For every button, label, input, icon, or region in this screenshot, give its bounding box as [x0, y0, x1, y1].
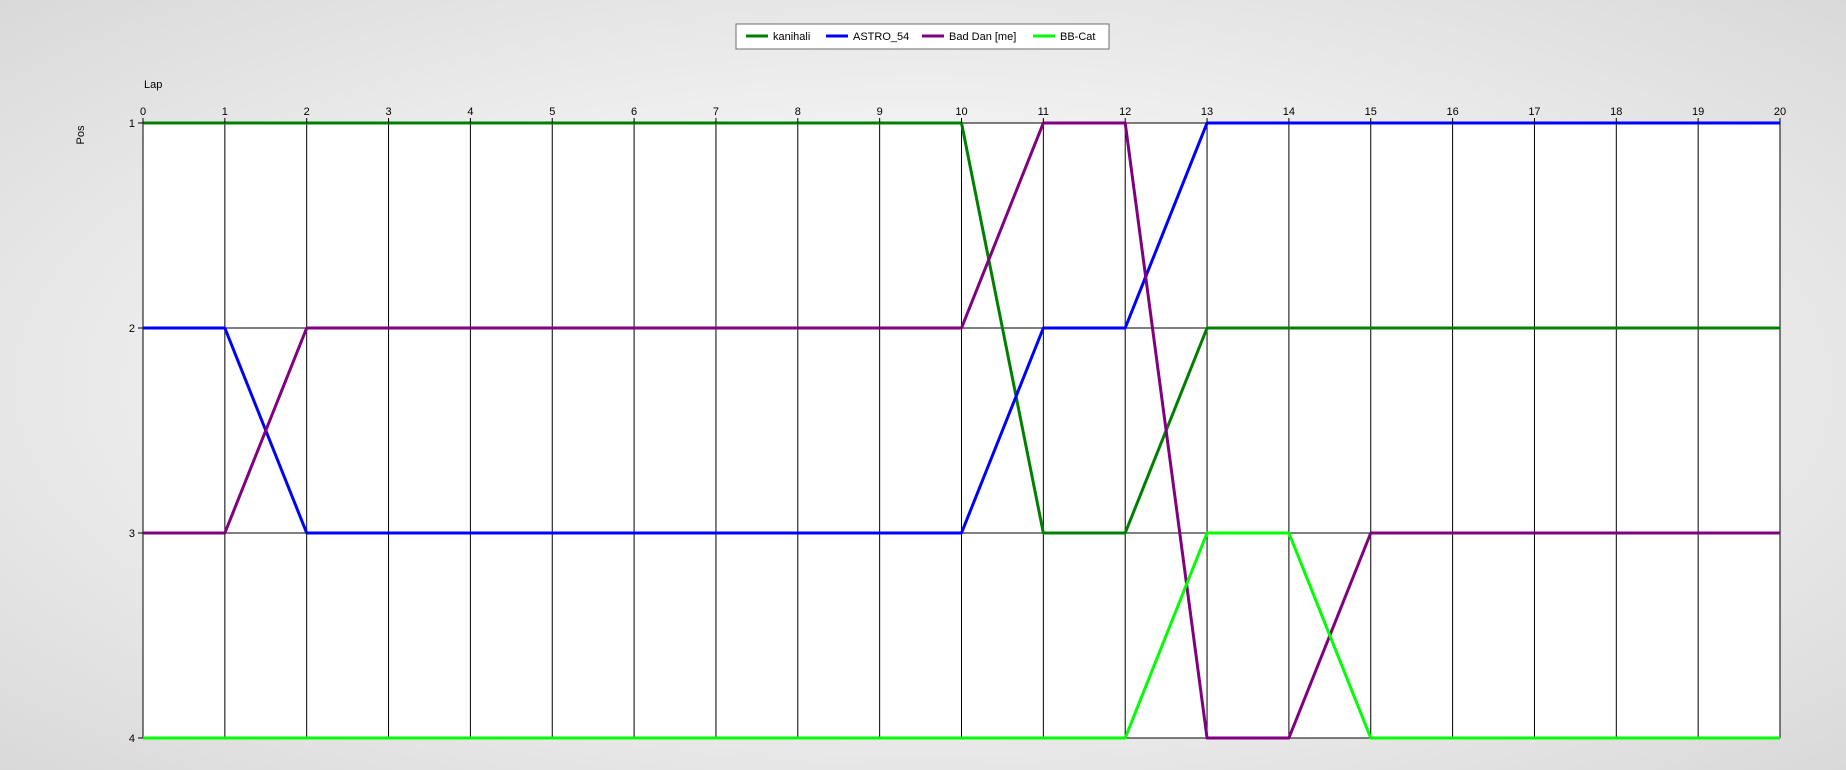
y-axis-label: Pos — [75, 125, 87, 144]
x-tick-label: 0 — [140, 106, 146, 118]
x-tick-label: 6 — [631, 106, 637, 118]
x-tick-label: 14 — [1283, 106, 1295, 118]
x-tick-label: 18 — [1610, 106, 1622, 118]
plot-area — [142, 121, 1781, 740]
x-tick-label: 4 — [467, 106, 473, 118]
x-tick-label: 8 — [795, 106, 801, 118]
y-axis-ticks: 1 2 3 4 — [129, 118, 143, 745]
x-tick-label: 19 — [1692, 106, 1704, 118]
grid-layer — [142, 122, 1781, 739]
y-tick-label: 2 — [129, 323, 135, 335]
x-axis-ticks: 0 1 2 3 4 5 6 7 8 9 10 11 12 13 14 15 16 17 18 19 20 — [140, 106, 1786, 123]
x-tick-label: 17 — [1528, 106, 1540, 118]
y-tick-label: 1 — [129, 118, 135, 130]
chart-container: 0 1 2 3 4 5 6 7 8 9 10 11 12 13 14 15 16 17 18 19 20 1234 La… — [0, 0, 1846, 770]
x-tick-label: 11 — [1038, 106, 1049, 118]
x-tick-label: 1 — [222, 106, 228, 118]
legend-label: ASTRO_54 — [853, 31, 909, 43]
chart-legend: kanihali ASTRO_54 Bad Dan [me] BB-Cat — [735, 23, 1110, 50]
position-chart: 0 1 2 3 4 5 6 7 8 9 10 11 12 13 14 15 16 17 18 19 20 1234 La… — [75, 23, 1786, 745]
x-tick-label: 12 — [1119, 106, 1131, 118]
x-tick-label: 5 — [549, 106, 555, 118]
legend-label: kanihali — [773, 31, 810, 43]
x-tick-label: 13 — [1201, 106, 1213, 118]
x-tick-label: 16 — [1446, 106, 1458, 118]
y-tick-label: 3 — [129, 528, 135, 540]
x-tick-label: 15 — [1365, 106, 1377, 118]
x-axis-label: Lap — [144, 79, 162, 91]
x-tick-label: 7 — [713, 106, 719, 118]
x-tick-label: 9 — [877, 106, 883, 118]
y-tick-label: 4 — [129, 733, 135, 745]
legend-label: BB-Cat — [1060, 31, 1095, 43]
x-tick-label: 10 — [955, 106, 967, 118]
x-tick-label: 20 — [1774, 106, 1786, 118]
x-tick-label: 3 — [385, 106, 391, 118]
x-tick-label: 2 — [304, 106, 310, 118]
legend-label: Bad Dan [me] — [949, 31, 1016, 43]
